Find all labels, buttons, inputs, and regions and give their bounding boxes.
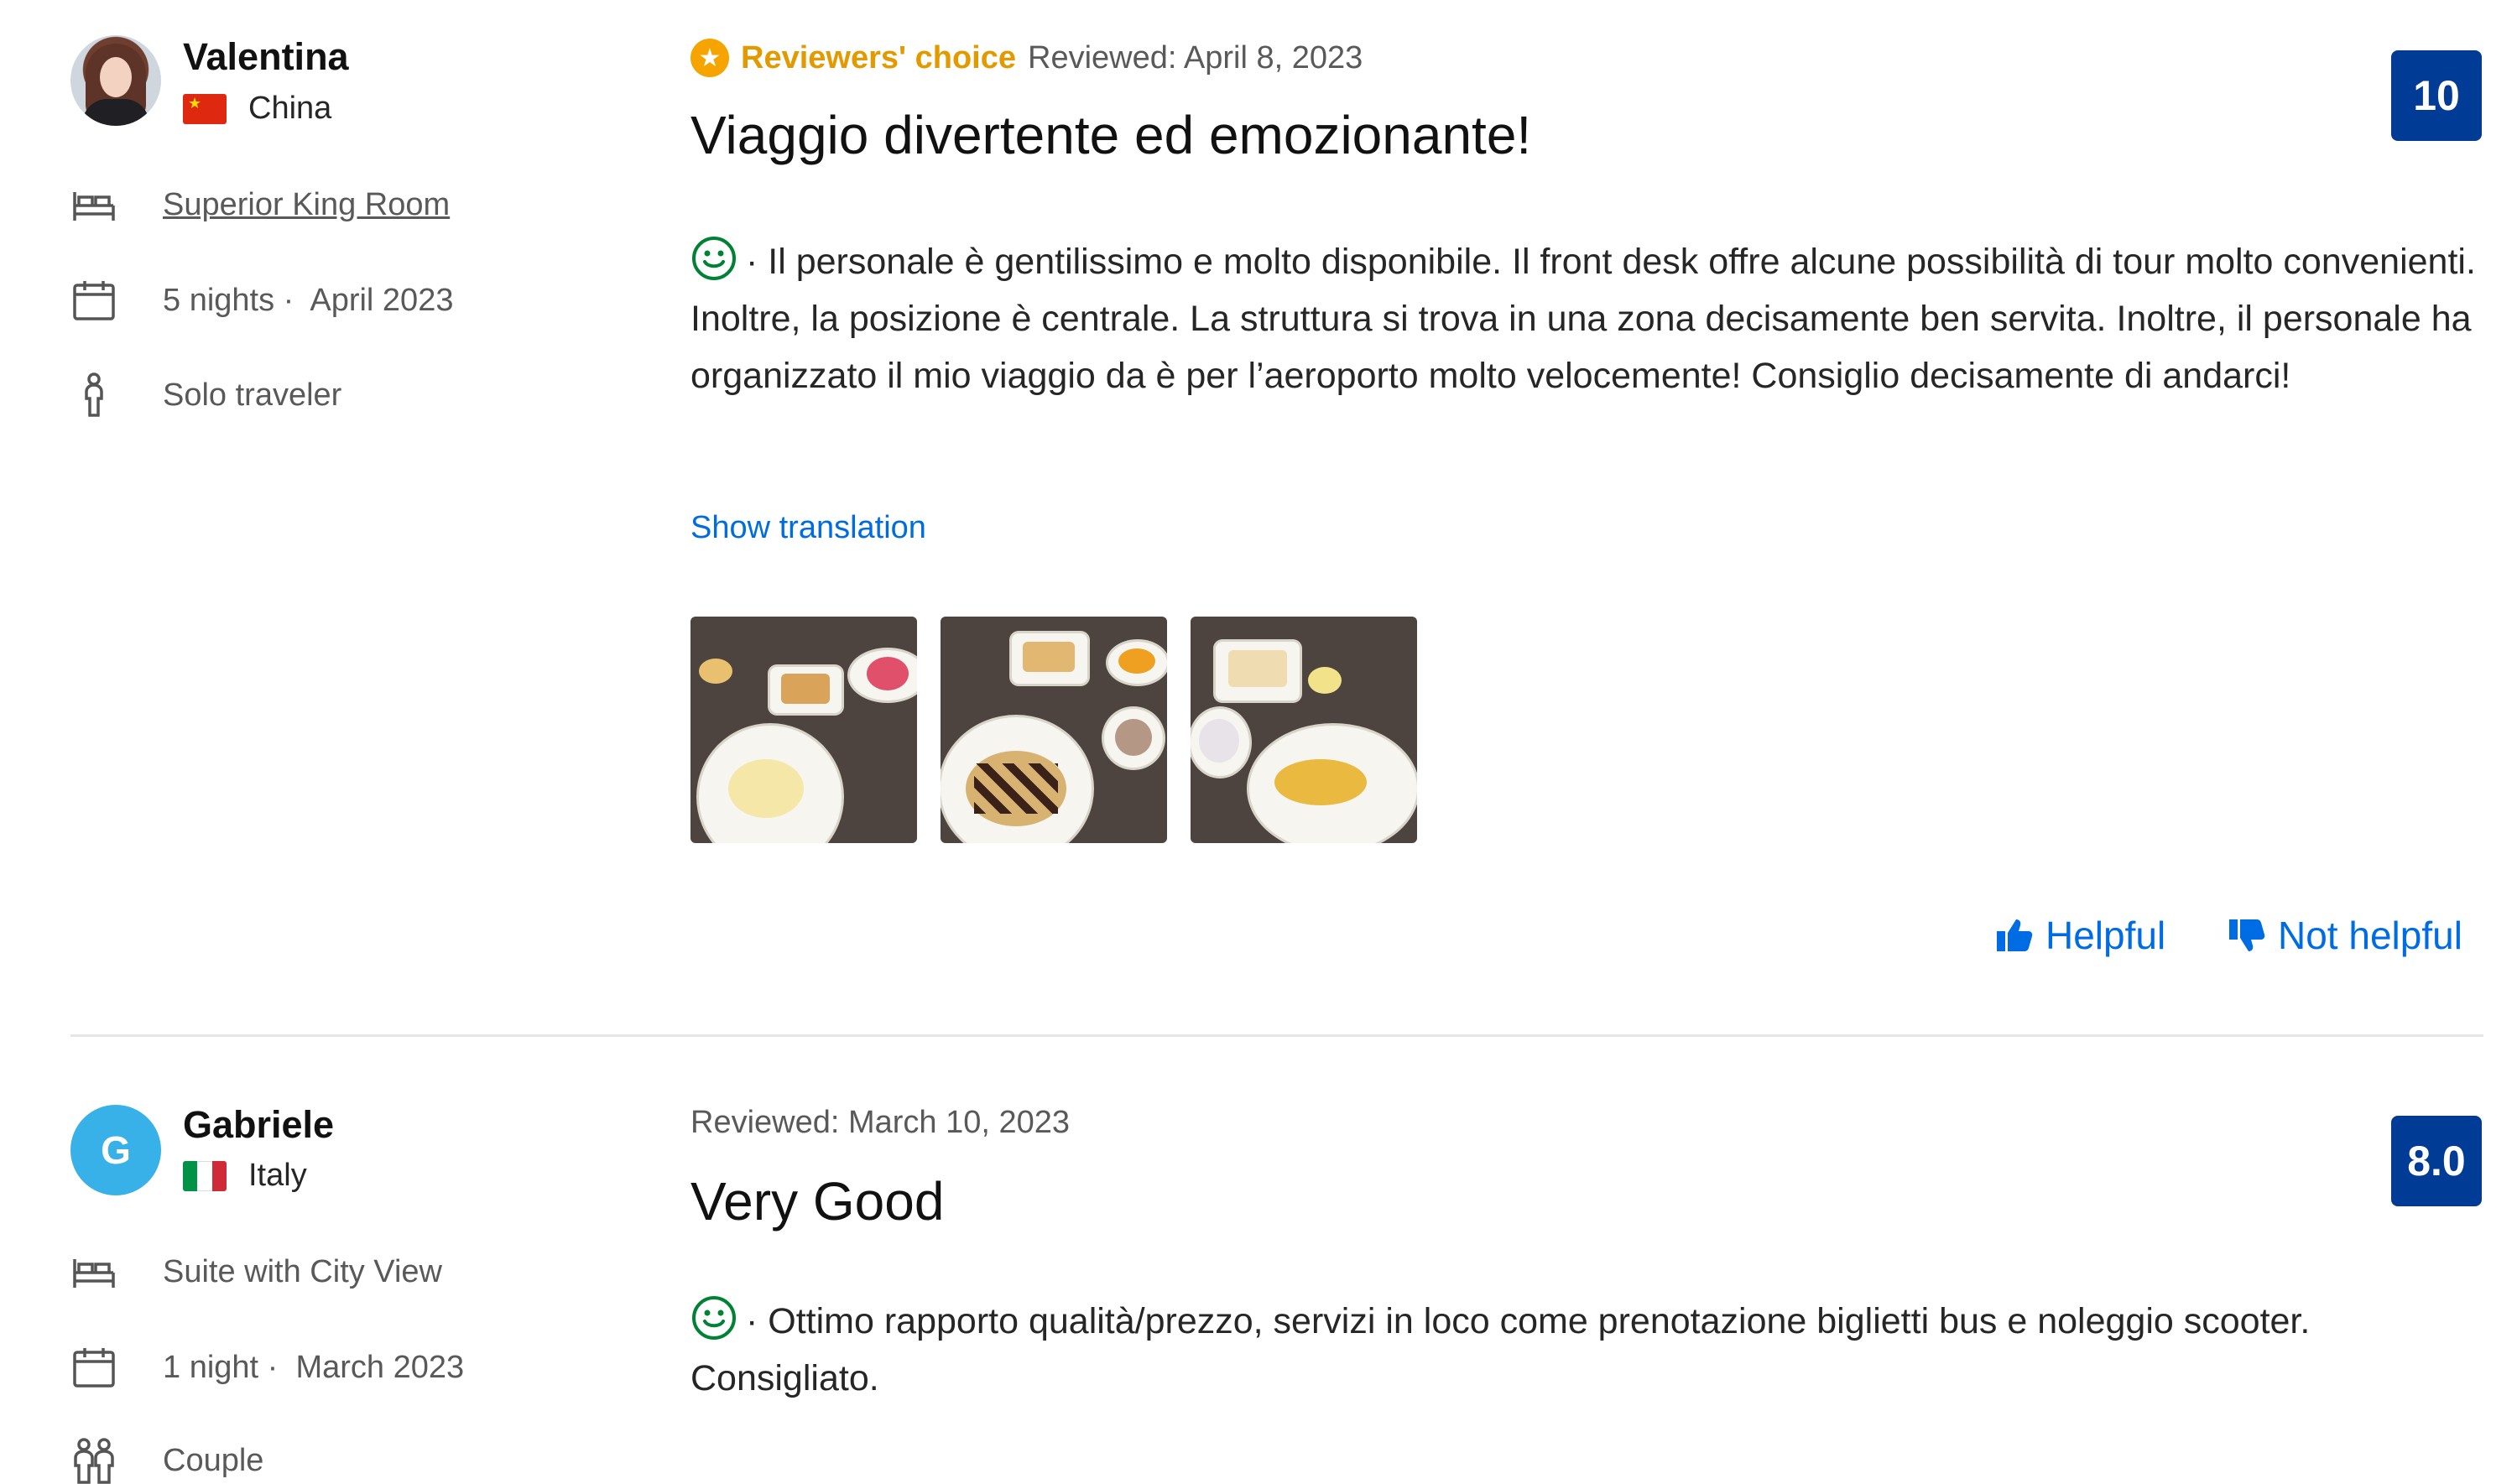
review-text: · Il personale è gentilissimo e molto di… [690,233,2482,404]
review-date: Reviewed: April 8, 2023 [1028,39,1363,76]
review-photos [690,617,1417,843]
reviewers-choice-badge: Reviewers' choice [741,39,1016,76]
review-header: Reviewed: March 10, 2023 [690,1105,1070,1141]
review-photo-1[interactable] [690,617,917,843]
stay-length: 5 nights · April 2023 [163,282,454,318]
reviewer-name: Valentina [183,35,349,78]
review-header: ★ Reviewers' choice Reviewed: April 8, 2… [690,39,1363,77]
reviewers-choice-star-icon: ★ [690,39,729,77]
room-type: Suite with City View [163,1253,442,1289]
helpful-button[interactable]: Helpful [1995,913,2165,958]
country-label: China [248,91,332,126]
smiley-icon [692,237,736,280]
review-photo-2[interactable] [941,617,1167,843]
traveler-type-row: Solo traveler [70,372,341,419]
solo-traveler-icon [70,372,117,419]
bed-icon [70,181,117,228]
calendar-icon [70,277,117,324]
review-score: 10 [2391,50,2482,141]
room-type-row: Suite with City View [70,1248,442,1295]
stay-dates-row: 5 nights · April 2023 [70,277,453,324]
review-card: G Gabriele Italy Suite with City View 1 … [0,1028,2517,1484]
thumbs-down-icon [2229,919,2265,951]
thumbs-up-icon [1997,919,2033,951]
china-flag-icon: ★ [183,93,227,124]
review-title: Very Good [690,1171,945,1231]
calendar-icon [70,1344,117,1391]
reviewer-country: Italy [183,1158,307,1194]
user-avatar: G [70,1105,161,1195]
review-photo-3[interactable] [1191,617,1417,843]
room-type-row: Superior King Room [70,181,450,228]
review-title: Viaggio divertente ed emozionante! [690,105,1532,165]
review-date: Reviewed: March 10, 2023 [690,1105,1071,1140]
reviewer-country: ★ China [183,91,331,127]
country-label: Italy [248,1158,307,1193]
traveler-type: Solo traveler [163,377,342,413]
review-text: · Ottimo rapporto qualità/prezzo, serviz… [690,1293,2368,1407]
show-translation-link[interactable]: Show translation [690,510,926,546]
stay-length: 1 night · March 2023 [163,1349,465,1385]
reviewer-name: Gabriele [183,1103,335,1146]
not-helpful-button[interactable]: Not helpful [2228,913,2462,958]
traveler-type-row: Couple [70,1437,263,1484]
couple-icon [70,1437,117,1484]
review-score: 8.0 [2391,1116,2482,1206]
smiley-icon [692,1296,736,1340]
review-card: Valentina ★ China Superior King Room 5 n… [0,0,2517,1028]
stay-dates-row: 1 night · March 2023 [70,1344,464,1391]
italy-flag-icon [183,1160,227,1191]
bed-icon [70,1248,117,1295]
traveler-type: Couple [163,1442,264,1478]
room-type-link[interactable]: Superior King Room [163,187,450,222]
user-avatar [70,35,161,126]
